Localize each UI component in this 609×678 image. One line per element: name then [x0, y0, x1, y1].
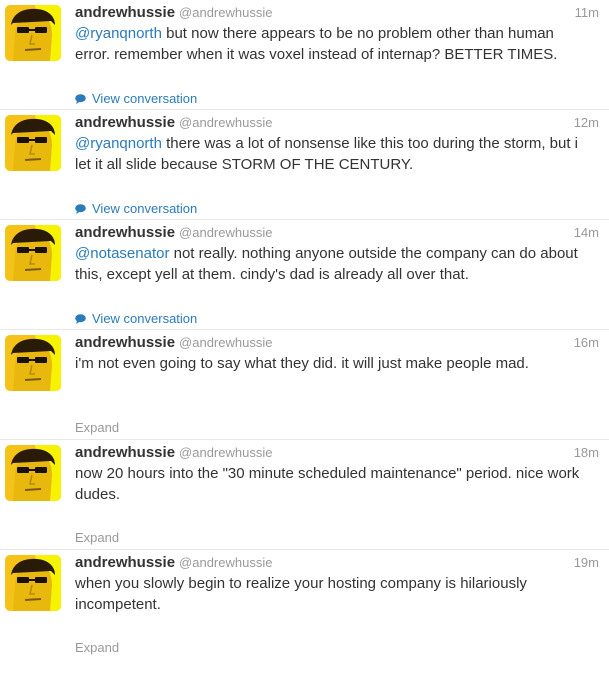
expand-link[interactable]: Expand: [75, 640, 119, 656]
author-username[interactable]: @andrewhussie: [179, 335, 272, 350]
expand-label: Expand: [75, 530, 120, 545]
avatar-image: [5, 115, 61, 171]
tweet-item[interactable]: andrewhussie @andrewhussie 14m @notasenator…: [0, 220, 609, 330]
tweet-header: andrewhussie @andrewhussie 14m: [75, 223, 599, 243]
author-fullname[interactable]: andrewhussie: [75, 334, 175, 351]
tweet-text: when you slowly begin to realize your ho…: [75, 573, 587, 615]
avatar-image: [5, 445, 61, 501]
avatar[interactable]: [5, 5, 61, 61]
tweet-item[interactable]: andrewhussie @andrewhussie 11m @ryanqnorth …: [0, 0, 609, 110]
mention-link[interactable]: @ryanqnorth: [75, 25, 162, 42]
author-fullname[interactable]: andrewhussie: [75, 444, 175, 461]
tweet-timestamp[interactable]: 18m: [574, 443, 599, 463]
tweet-text: now 20 hours into the "30 minute schedul…: [75, 463, 587, 505]
avatar[interactable]: [5, 445, 61, 501]
expand-label: Expand: [75, 640, 120, 655]
speech-bubble-icon: [75, 94, 86, 104]
author-username[interactable]: @andrewhussie: [179, 445, 272, 460]
tweet-header: andrewhussie @andrewhussie 11m: [75, 3, 599, 23]
expand-label: Expand: [75, 420, 120, 435]
tweet-timestamp[interactable]: 16m: [574, 333, 599, 353]
view-conversation-link[interactable]: View conversation: [75, 201, 197, 217]
expand-link[interactable]: Expand: [75, 420, 119, 436]
mention-link[interactable]: @ryanqnorth: [75, 135, 162, 152]
avatar-image: [5, 225, 61, 281]
tweet-header: andrewhussie @andrewhussie 19m: [75, 553, 599, 573]
tweet-item[interactable]: andrewhussie @andrewhussie 19m when you slo…: [0, 550, 609, 660]
tweet-timestamp[interactable]: 11m: [575, 3, 599, 23]
tweet-header: andrewhussie @andrewhussie 16m: [75, 333, 599, 353]
mention-link[interactable]: @notasenator: [75, 245, 169, 262]
author-username[interactable]: @andrewhussie: [179, 5, 272, 20]
view-conversation-label: View conversation: [92, 201, 198, 216]
avatar-image: [5, 5, 61, 61]
expand-link[interactable]: Expand: [75, 530, 119, 546]
tweet-timestamp[interactable]: 12m: [574, 113, 599, 133]
speech-bubble-icon: [75, 204, 86, 214]
tweet-body: now 20 hours into the "30 minute schedul…: [75, 465, 580, 503]
tweet-body: when you slowly begin to realize your ho…: [75, 575, 527, 613]
tweet-body: i'm not even going to say what they did.…: [75, 355, 529, 372]
view-conversation-label: View conversation: [92, 91, 198, 106]
tweet-text: i'm not even going to say what they did.…: [75, 353, 587, 374]
speech-bubble-icon: [75, 314, 86, 324]
author-username[interactable]: @andrewhussie: [179, 115, 272, 130]
avatar[interactable]: [5, 115, 61, 171]
tweet-timestamp[interactable]: 14m: [574, 223, 599, 243]
view-conversation-label: View conversation: [92, 311, 198, 326]
view-conversation-link[interactable]: View conversation: [75, 91, 197, 107]
view-conversation-link[interactable]: View conversation: [75, 311, 197, 327]
tweet-timestamp[interactable]: 19m: [574, 553, 599, 573]
avatar[interactable]: [5, 555, 61, 611]
author-username[interactable]: @andrewhussie: [179, 225, 272, 240]
tweet-header: andrewhussie @andrewhussie 12m: [75, 113, 599, 133]
avatar[interactable]: [5, 335, 61, 391]
tweet-item[interactable]: andrewhussie @andrewhussie 18m now 20 hours…: [0, 440, 609, 550]
author-fullname[interactable]: andrewhussie: [75, 4, 175, 21]
tweet-item[interactable]: andrewhussie @andrewhussie 16m i'm not even…: [0, 330, 609, 440]
author-fullname[interactable]: andrewhussie: [75, 224, 175, 241]
tweet-text: @notasenator not really. nothing anyone …: [75, 243, 587, 285]
avatar-image: [5, 555, 61, 611]
author-fullname[interactable]: andrewhussie: [75, 554, 175, 571]
tweet-item[interactable]: andrewhussie @andrewhussie 12m @ryanqnorth …: [0, 110, 609, 220]
author-fullname[interactable]: andrewhussie: [75, 114, 175, 131]
tweet-header: andrewhussie @andrewhussie 18m: [75, 443, 599, 463]
avatar[interactable]: [5, 225, 61, 281]
tweet-text: @ryanqnorth there was a lot of nonsense …: [75, 133, 587, 175]
avatar-image: [5, 335, 61, 391]
tweet-text: @ryanqnorth but now there appears to be …: [75, 23, 587, 65]
author-username[interactable]: @andrewhussie: [179, 555, 272, 570]
tweet-timeline: andrewhussie @andrewhussie 11m @ryanqnorth …: [0, 0, 609, 660]
